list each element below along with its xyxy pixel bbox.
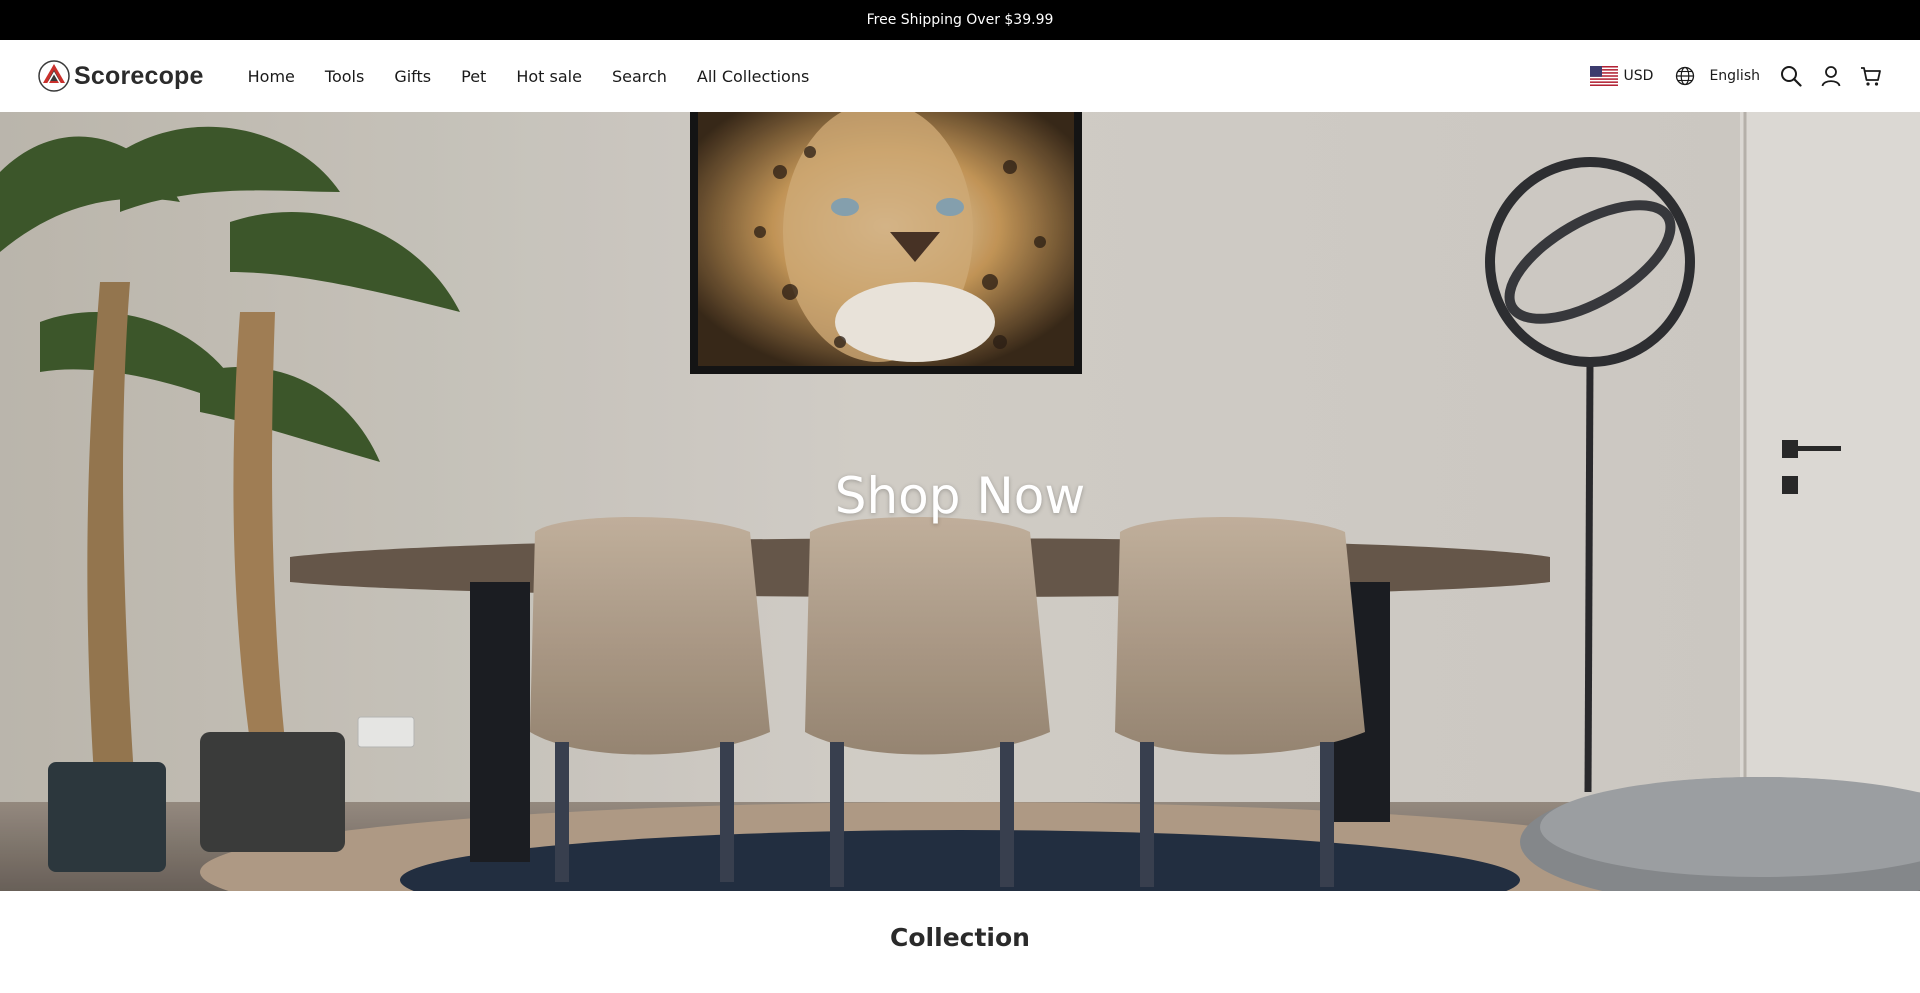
nav-all-collections[interactable]: All Collections: [697, 67, 809, 86]
announcement-text: Free Shipping Over $39.99: [866, 12, 1054, 28]
search-icon[interactable]: [1780, 65, 1802, 87]
currency-selector[interactable]: USD: [1589, 66, 1654, 86]
collection-heading: Collection: [890, 923, 1030, 952]
language-label: English: [1709, 68, 1760, 84]
site-header: Scorecope Home Tools Gifts Pet Hot sale …: [0, 40, 1920, 112]
logo-icon: [38, 60, 70, 92]
account-icon[interactable]: [1820, 65, 1842, 87]
nav-home[interactable]: Home: [248, 67, 295, 86]
nav-search[interactable]: Search: [612, 67, 667, 86]
nav-gifts[interactable]: Gifts: [394, 67, 431, 86]
nav-tools[interactable]: Tools: [325, 67, 364, 86]
globe-icon: [1676, 66, 1695, 86]
language-selector[interactable]: English: [1675, 66, 1760, 86]
logo-text: Scorecope: [74, 61, 204, 90]
us-flag-icon: [1589, 66, 1618, 86]
shop-now-link[interactable]: Shop Now: [0, 467, 1920, 525]
header-actions: USD English: [1589, 65, 1882, 87]
nav-pet[interactable]: Pet: [461, 67, 486, 86]
hero-banner[interactable]: Shop Now: [0, 112, 1920, 891]
announcement-bar: Free Shipping Over $39.99: [0, 0, 1920, 40]
nav-hot-sale[interactable]: Hot sale: [516, 67, 582, 86]
logo-link[interactable]: Scorecope: [38, 60, 204, 92]
currency-label: USD: [1623, 68, 1654, 84]
cart-icon[interactable]: [1860, 65, 1882, 87]
main-nav: Home Tools Gifts Pet Hot sale Search All…: [248, 67, 840, 86]
